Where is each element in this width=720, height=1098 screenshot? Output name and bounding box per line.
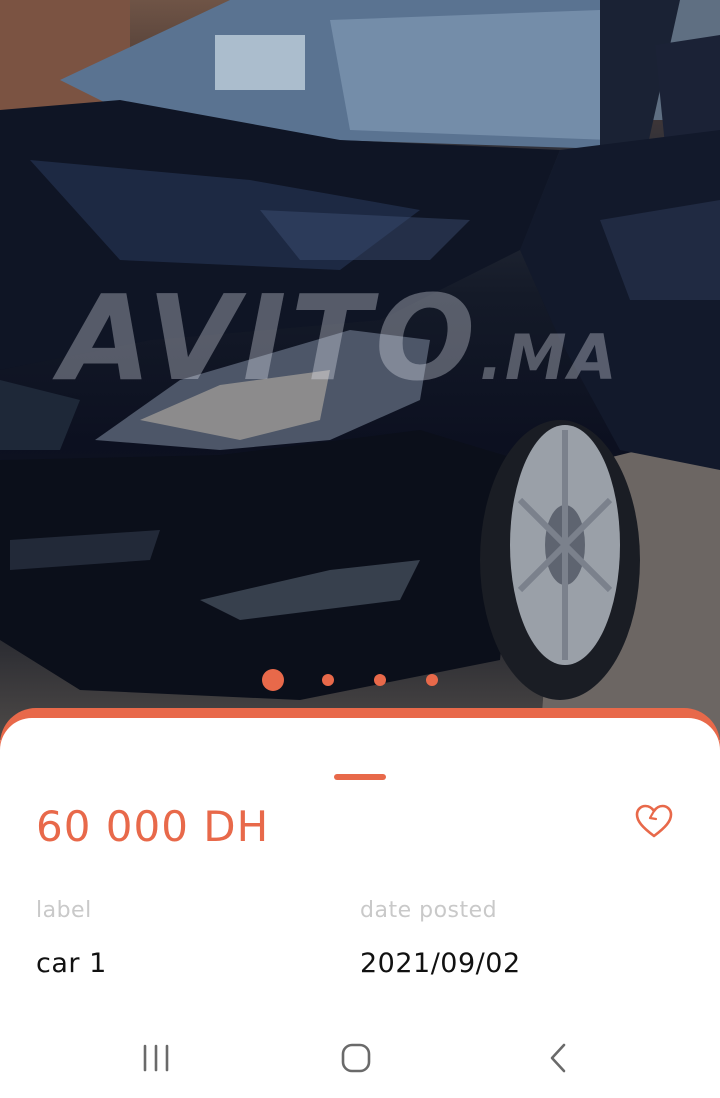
recents-button[interactable] [136, 1038, 176, 1078]
home-icon [341, 1043, 371, 1073]
carousel-dot[interactable] [322, 674, 334, 686]
recents-icon [143, 1044, 169, 1072]
carousel-dot[interactable] [426, 674, 438, 686]
carousel-dot-active[interactable] [262, 669, 284, 691]
heart-outline-icon [635, 804, 673, 838]
carousel-indicator[interactable] [0, 668, 720, 692]
date-posted-caption: date posted [360, 898, 498, 923]
listing-price: 60 000 DH [36, 802, 270, 851]
label-caption: label [36, 898, 92, 923]
label-value: car 1 [36, 948, 107, 979]
listing-photo-carousel[interactable]: AVITO.MA [0, 0, 720, 740]
avito-watermark: AVITO.MA [60, 269, 619, 407]
system-navigation-bar [0, 1018, 720, 1098]
back-button[interactable] [538, 1038, 578, 1078]
carousel-dot[interactable] [374, 674, 386, 686]
back-icon [550, 1043, 566, 1073]
sheet-drag-handle[interactable] [334, 774, 386, 780]
home-button[interactable] [336, 1038, 376, 1078]
favorite-button[interactable] [634, 802, 674, 842]
date-posted-value: 2021/09/02 [360, 948, 521, 979]
